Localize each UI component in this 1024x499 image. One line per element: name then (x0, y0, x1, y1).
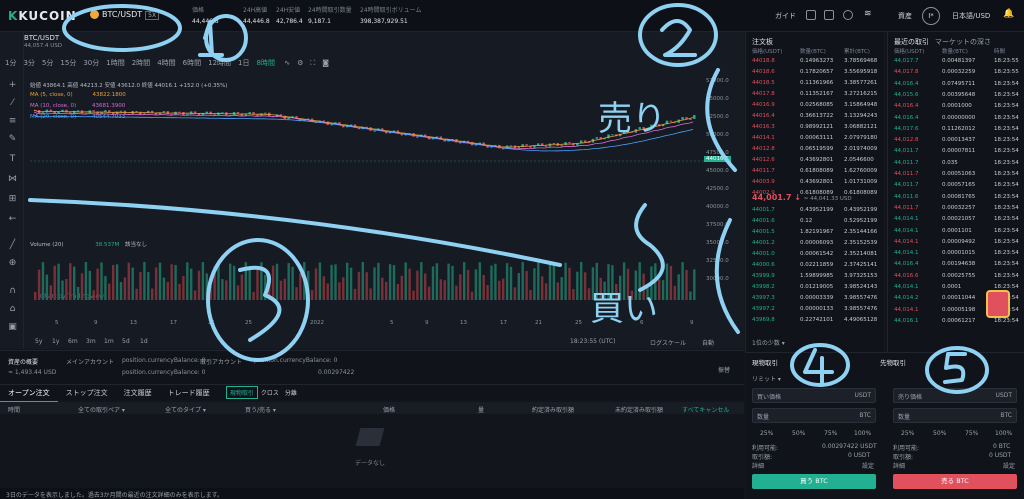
annotation-buy: 買い (590, 289, 658, 329)
annotation-overlay: 売り 買い (28, 3, 989, 394)
annotation-sell: 売り (598, 99, 666, 139)
